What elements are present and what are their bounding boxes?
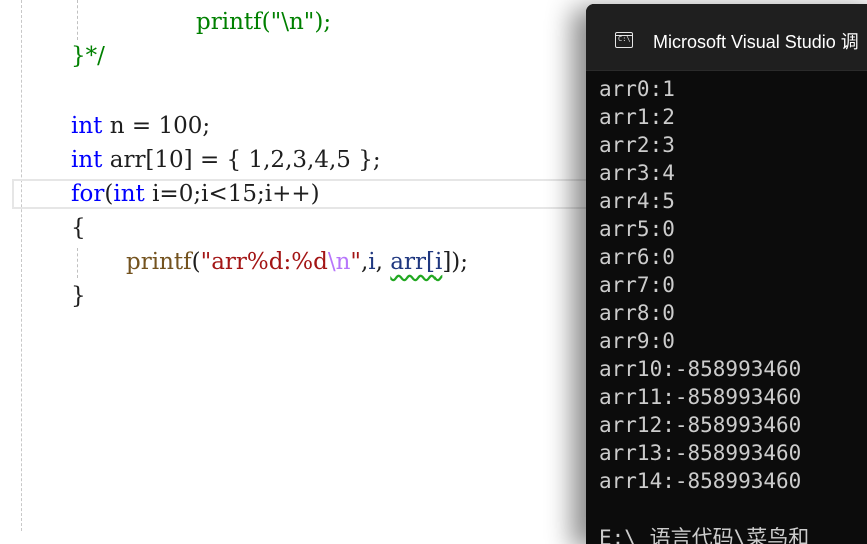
console-output-line: arr3:4 [599, 161, 675, 185]
editor-margin-line [21, 0, 22, 531]
console-output-line: arr2:3 [599, 133, 675, 157]
console-output-line: arr13:-858993460 [599, 441, 802, 465]
console-output: arr0:1 arr1:2 arr2:3 arr3:4 arr4:5 arr5:0 arr6… [599, 75, 801, 495]
code-line-printf-newline[interactable]: printf("\n"); [196, 5, 331, 39]
console-window[interactable]: C:\ Microsoft Visual Studio 调 arr0:1 arr1… [586, 4, 867, 544]
console-titlebar[interactable]: C:\ Microsoft Visual Studio 调 [586, 4, 867, 71]
indent-guide [77, 248, 78, 278]
code-line-close-brace[interactable]: } [71, 279, 86, 313]
code-line-int-arr[interactable]: int arr[10] = { 1,2,3,4,5 }; [71, 143, 381, 177]
console-output-line: arr10:-858993460 [599, 357, 802, 381]
code-line-int-n[interactable]: int n = 100; [71, 109, 210, 143]
console-output-line: arr11:-858993460 [599, 385, 802, 409]
code-line-printf-arr[interactable]: printf("arr%d:%d\n",i, arr[i]); [126, 245, 468, 279]
code-line-comment-end[interactable]: }*/ [71, 39, 105, 73]
code-line-for-loop[interactable]: for(int i=0;i<15;i++) [71, 177, 320, 211]
code-line-open-brace[interactable]: { [71, 211, 86, 245]
console-output-line: arr1:2 [599, 105, 675, 129]
console-output-line: arr8:0 [599, 301, 675, 325]
console-title: Microsoft Visual Studio 调 [653, 32, 859, 52]
console-output-line: arr14:-858993460 [599, 469, 802, 493]
console-app-icon: C:\ [615, 32, 633, 48]
console-output-line: arr7:0 [599, 273, 675, 297]
warning-squiggle: arr[i [390, 249, 443, 275]
console-output-line: arr0:1 [599, 77, 675, 101]
console-output-line: arr12:-858993460 [599, 413, 802, 437]
console-output-line: arr9:0 [599, 329, 675, 353]
console-output-line: arr6:0 [599, 245, 675, 269]
indent-guide [77, 0, 78, 40]
console-path-text: E:\ 语言代码\菜鸟和 [599, 526, 810, 544]
console-output-line: arr4:5 [599, 189, 675, 213]
console-output-line: arr5:0 [599, 217, 675, 241]
